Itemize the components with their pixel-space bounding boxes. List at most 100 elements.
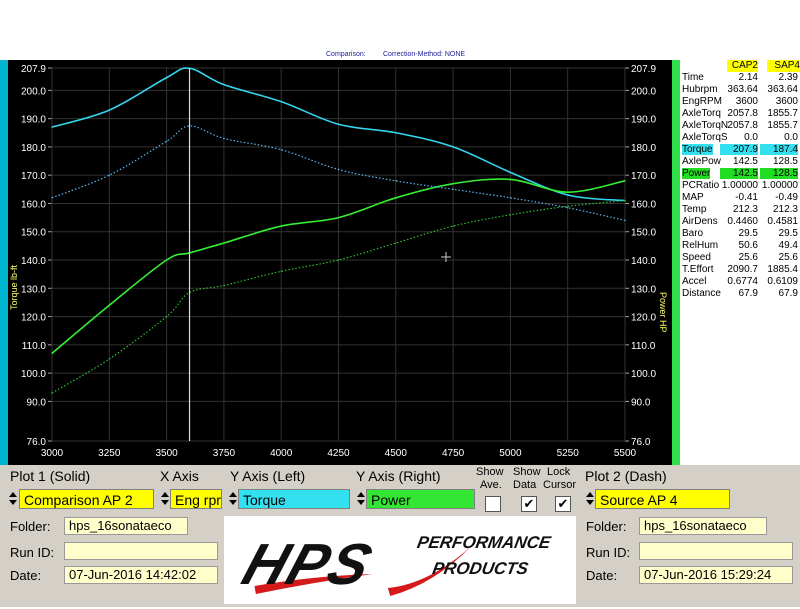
x-tick-label: 5500 <box>614 448 637 459</box>
data-point <box>108 358 111 360</box>
plot1-runid-field[interactable] <box>64 542 218 560</box>
show-data-checkbox[interactable]: ✔ <box>521 496 537 512</box>
data-readout-panel: CAP2 SAP4 Time 2.14 2.39 Hubrpm 363.64 363.64… <box>680 60 800 465</box>
x-axis-label: X Axis <box>160 468 199 484</box>
readout-row-label: Baro <box>682 228 704 239</box>
readout-row: AxlePow 142.5 128.5 <box>680 156 800 168</box>
x-tick-label: 5250 <box>557 448 580 459</box>
data-point <box>51 126 53 128</box>
readout-row-value-1: 2057.8 <box>727 120 758 131</box>
data-point <box>108 174 111 176</box>
arrow-down-icon <box>586 500 594 505</box>
x-tick-label: 3250 <box>98 448 121 459</box>
readout-row-label: Torque <box>682 144 713 155</box>
y-axis-right-ticks: 207.9 200.0 190.0 180.0 170.0 160.0 150.0 140.0… <box>631 64 656 448</box>
y-axis-right-select[interactable]: Power <box>366 489 475 509</box>
data-point <box>624 199 626 202</box>
y-tick-label-left: 200.0 <box>21 86 46 97</box>
lock-cursor-checkbox[interactable]: ✔ <box>555 496 571 512</box>
control-panel: Plot 1 (Solid) X Axis Y Axis (Left) Y Ax… <box>0 465 800 607</box>
data-point <box>624 180 626 182</box>
readout-row-value-1: 2.14 <box>738 72 758 83</box>
y-axis-right-spinner[interactable] <box>356 489 366 509</box>
readout-row-value-2: 363.64 <box>767 84 798 95</box>
readout-row-value-1: 0.4460 <box>727 216 758 227</box>
data-point <box>566 206 569 209</box>
plot2-spinner[interactable] <box>585 489 595 509</box>
readout-row: Torque 207.9 187.4 <box>680 144 800 156</box>
x-tick-label: 3500 <box>155 448 178 459</box>
dyno-chart[interactable]: 207.9 200.0 190.0 180.0 170.0 160.0 150.0 140.0… <box>8 60 672 465</box>
readout-row: MAP -0.41 -0.49 <box>680 192 800 204</box>
arrow-up-icon <box>229 492 237 497</box>
x-tick-label: 4250 <box>327 448 350 459</box>
readout-row-label: AxleTorq <box>682 108 721 119</box>
readout-row-value-1: 50.6 <box>738 240 758 251</box>
y-tick-label-left: 130.0 <box>21 284 46 295</box>
arrow-down-icon <box>357 500 365 505</box>
readout-row-value-2: 67.9 <box>778 288 798 299</box>
data-point <box>108 304 111 307</box>
readout-row: Distance 67.9 67.9 <box>680 288 800 300</box>
readout-row-value-1: 142.5 <box>732 156 758 167</box>
y-tick-label-left: 190.0 <box>21 115 46 126</box>
readout-row: Temp 212.3 212.3 <box>680 204 800 216</box>
x-tick-label: 3000 <box>41 448 64 459</box>
comparison-label: Comparison: <box>326 51 366 58</box>
readout-row-label: AirDens <box>682 216 718 227</box>
readout-row-value-1: 3600 <box>735 96 758 107</box>
x-tick-label: 4750 <box>442 448 465 459</box>
dyno-app: Comparison: Correction-Method: NONE 207.… <box>0 0 800 607</box>
y-tick-label-right: 90.0 <box>631 397 651 408</box>
x-axis-select[interactable]: Eng rpm <box>170 489 222 509</box>
readout-row: AirDens 0.4460 0.4581 <box>680 216 800 228</box>
plot1-spinner[interactable] <box>8 489 18 509</box>
show-ave-label-2: Ave. <box>480 479 502 491</box>
readout-row-value-1: 1.00000 <box>721 180 758 191</box>
data-point <box>280 225 283 227</box>
readout-row: Time 2.14 2.39 <box>680 72 800 84</box>
y-tick-label-left: 120.0 <box>21 313 46 324</box>
readout-row-value-1: -0.41 <box>735 192 758 203</box>
data-point <box>452 225 454 227</box>
y-axis-left-spinner[interactable] <box>228 489 238 509</box>
plot2-date-field[interactable]: 07-Jun-2016 15:29:24 <box>639 566 793 584</box>
data-point <box>337 259 340 261</box>
plot1-folder-label: Folder: <box>10 519 51 534</box>
plot2-runid-field[interactable] <box>639 542 793 560</box>
data-point <box>108 109 111 111</box>
y-tick-label-left: 100.0 <box>21 369 46 380</box>
data-point <box>165 259 168 261</box>
readout-row-value-1: 25.6 <box>738 252 758 263</box>
data-point <box>223 83 225 86</box>
y-tick-label-left: 90.0 <box>27 397 47 408</box>
y-tick-label-right: 200.0 <box>631 86 656 97</box>
readout-row: PCRatio 1.00000 1.00000 <box>680 180 800 192</box>
arrow-down-icon <box>9 500 17 505</box>
plot2-folder-field[interactable]: hps_16sonataeco <box>639 517 767 535</box>
readout-row: T.Effort 2090.7 1885.4 <box>680 264 800 276</box>
data-point <box>452 182 454 185</box>
readout-row-value-2: 128.5 <box>760 168 798 179</box>
plot1-select[interactable]: Comparison AP 2 <box>19 489 154 509</box>
y-tick-label-left: 140.0 <box>21 256 46 267</box>
plot2-runid-label: Run ID: <box>586 545 631 560</box>
readout-row-label: Distance <box>682 288 721 299</box>
plot1-folder-field[interactable]: hps_16sonataeco <box>64 517 188 535</box>
readout-row-value-2: 0.6109 <box>767 276 798 287</box>
plot2-select[interactable]: Source AP 4 <box>595 489 730 509</box>
data-point <box>280 270 283 273</box>
data-point <box>51 352 53 355</box>
y-axis-left-select[interactable]: Torque <box>238 489 350 509</box>
x-axis-spinner[interactable] <box>160 489 170 509</box>
show-ave-checkbox[interactable] <box>485 496 501 512</box>
right-axis-strip <box>672 60 680 465</box>
data-point <box>566 194 569 196</box>
readout-row-label: Speed <box>682 252 711 263</box>
data-point <box>280 148 283 151</box>
y-tick-label-right: 130.0 <box>631 284 656 295</box>
y-tick-label-right: 160.0 <box>631 199 656 210</box>
readout-row: AxleTorq 2057.8 1855.7 <box>680 108 800 120</box>
readout-row-value-1: 212.3 <box>732 204 758 215</box>
plot1-date-field[interactable]: 07-Jun-2016 14:42:02 <box>64 566 218 584</box>
